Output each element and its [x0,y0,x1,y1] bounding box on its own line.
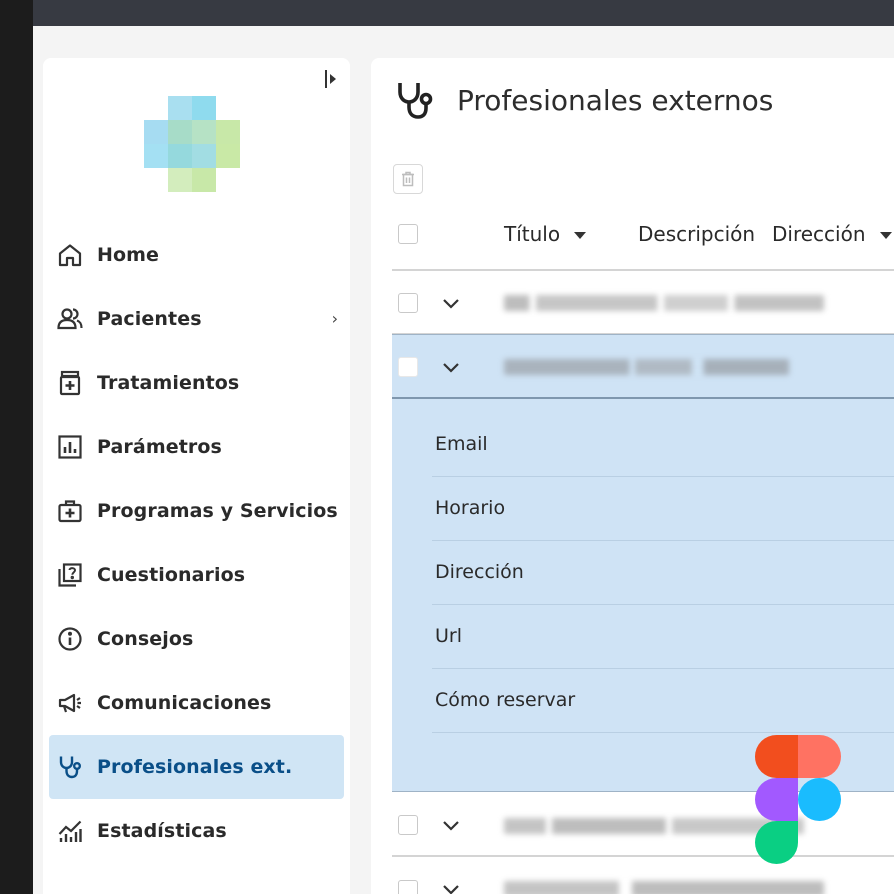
chevron-down-icon[interactable] [442,362,460,374]
sidebar-item-label: Programas y Servicios [97,500,338,522]
delete-button[interactable] [393,164,423,194]
info-icon [56,625,84,653]
sidebar-item-label: Comunicaciones [97,692,272,714]
sidebar-item-cuestionarios[interactable]: Cuestionarios [49,543,344,607]
detail-field-email: Email [435,433,488,455]
sidebar-item-label: Tratamientos [97,372,240,394]
field-divider [432,668,894,669]
field-divider [432,476,894,477]
app-logo [144,96,240,192]
sidebar-item-label: Pacientes [97,308,202,330]
detail-field-como-reservar: Cómo reservar [435,689,576,711]
sidebar-item-pacientes[interactable]: Pacientes › [49,287,344,351]
row-title-redacted [504,359,789,375]
detail-field-direccion: Dirección [435,561,524,583]
trash-icon [402,171,414,187]
field-divider [432,604,894,605]
column-header-descripcion[interactable]: Descripción [638,222,755,246]
column-header-titulo[interactable]: Título [504,222,587,246]
field-divider [432,540,894,541]
row-checkbox[interactable] [398,815,418,835]
chevron-down-icon[interactable] [442,820,460,832]
window-left-strip [0,0,33,894]
detail-field-horario: Horario [435,497,506,519]
row-title-redacted [504,295,824,311]
sidebar-item-home[interactable]: Home [49,223,344,287]
row-checkbox[interactable] [398,293,418,313]
chart-box-icon [56,433,84,461]
stethoscope-icon [398,83,433,119]
sidebar-item-label: Profesionales ext. [97,756,293,778]
detail-field-url: Url [435,625,462,647]
quiz-icon [56,561,84,589]
sort-down-icon [879,232,892,239]
window-top-bar [0,0,894,26]
row-checkbox[interactable] [398,880,418,894]
home-icon [56,241,84,269]
sidebar-item-tratamientos[interactable]: Tratamientos [49,351,344,415]
chevron-right-icon: › [331,309,338,328]
field-divider [432,732,894,733]
page-title: Profesionales externos [457,84,774,117]
sidebar-item-label: Parámetros [97,436,222,458]
sidebar-item-label: Cuestionarios [97,564,246,586]
collapse-sidebar-icon[interactable] [324,68,338,90]
row-checkbox[interactable] [398,357,418,377]
chevron-down-icon[interactable] [442,298,460,310]
sidebar-item-comunicaciones[interactable]: Comunicaciones [49,671,344,735]
expanded-row: Email Horario Dirección Url Cómo reserva… [392,334,894,792]
sidebar-item-parametros[interactable]: Parámetros [49,415,344,479]
column-header-label: Dirección [772,222,866,246]
sidebar-item-consejos[interactable]: Consejos [49,607,344,671]
medicine-icon [56,369,84,397]
sidebar-item-profesionales[interactable]: Profesionales ext. [49,735,344,799]
select-all-checkbox[interactable] [398,224,418,244]
sidebar-item-label: Estadísticas [97,820,227,842]
medical-bag-icon [56,497,84,525]
sidebar-item-label: Consejos [97,628,194,650]
column-header-label: Título [504,222,561,246]
row-title-redacted [504,881,824,894]
stats-icon [56,817,84,845]
figma-logo [755,735,843,865]
sidebar-item-label: Home [97,244,160,266]
stethoscope-icon [56,753,84,781]
chevron-down-icon[interactable] [442,884,460,894]
column-header-label: Descripción [638,222,756,246]
header-divider [392,269,894,271]
column-header-direccion[interactable]: Dirección [772,222,892,246]
megaphone-icon [56,689,84,717]
sidebar-item-programas[interactable]: Programas y Servicios [49,479,344,543]
users-icon [56,305,84,333]
sort-down-icon [574,232,587,239]
expanded-header-divider [392,397,894,399]
sidebar-item-estadisticas[interactable]: Estadísticas [49,799,344,863]
